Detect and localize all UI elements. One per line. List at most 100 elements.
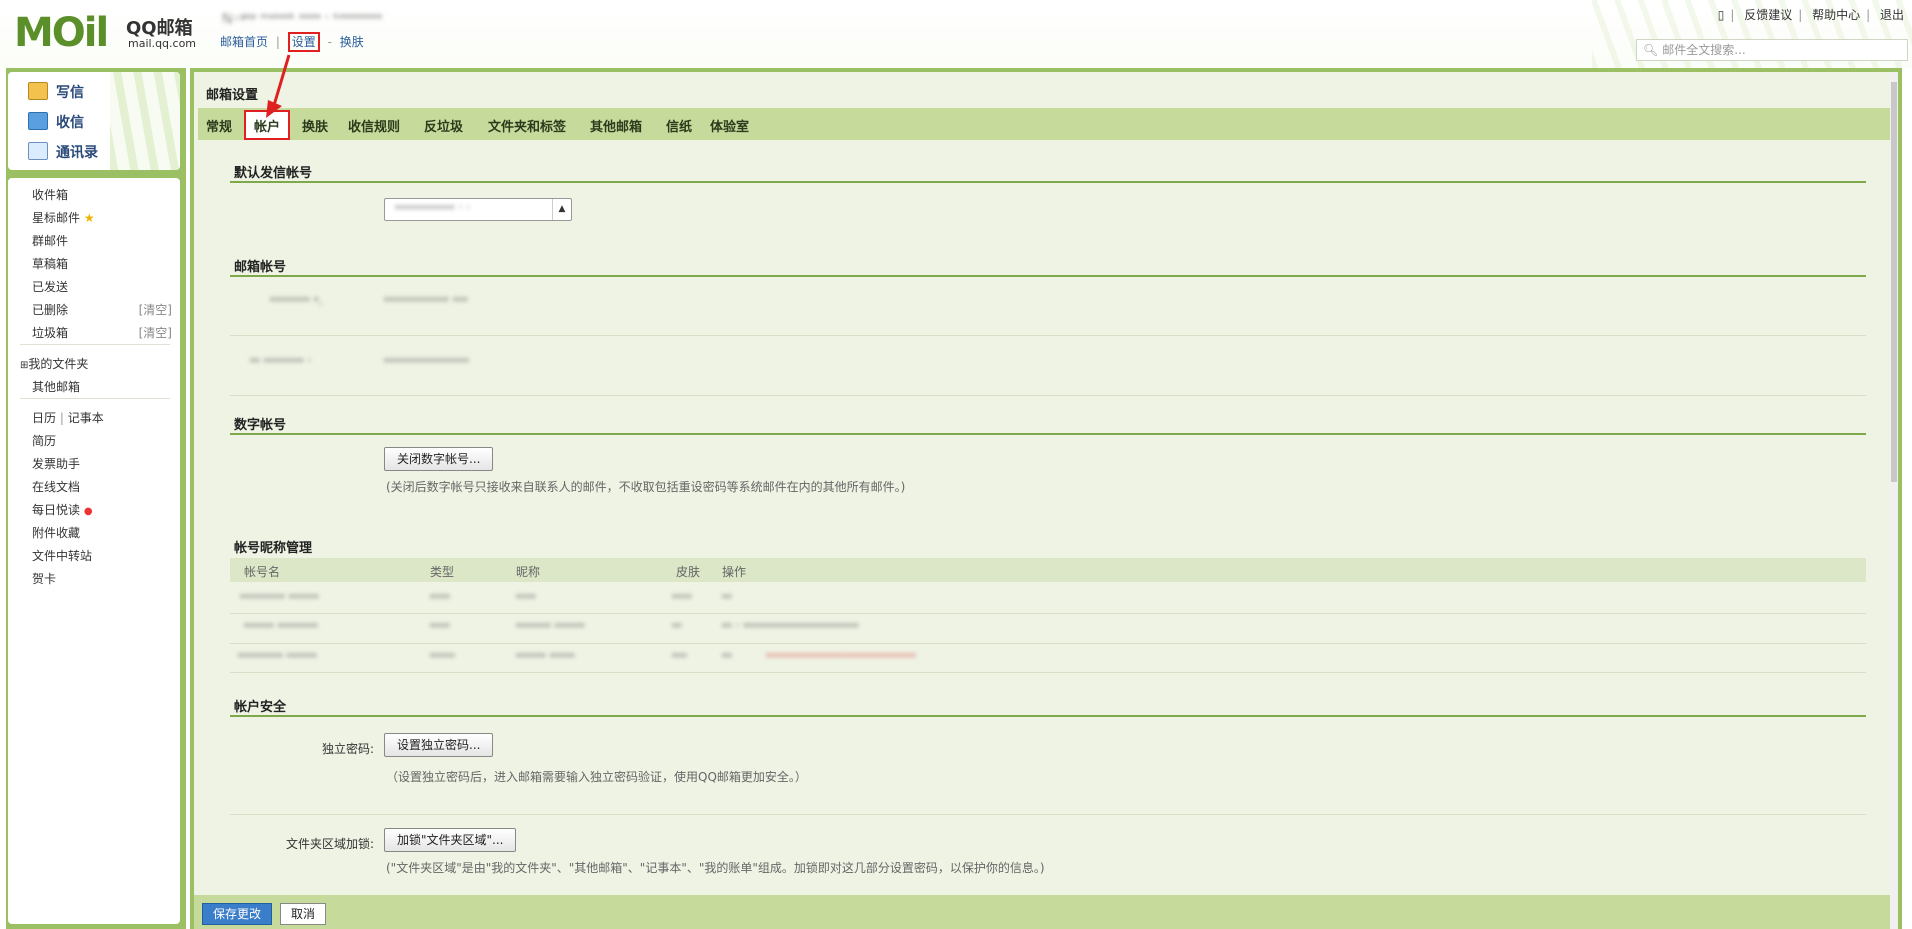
tab-rules[interactable]: 收信规则 (348, 116, 400, 135)
pencil-icon (28, 82, 48, 100)
qq-mail-logo[interactable]: MOil QQ邮箱 mail.qq.com (14, 10, 204, 56)
row-action-extra[interactable]: ᵉᵉᵉᵉᵉᵉᵉᵉᵉᵉᵉᵉᵉᵉᵉᵉᵉᵉᵉᵉᵉᵉᵉᵉᵉᵉᵉᵉᵉᵉ (766, 650, 916, 664)
row-action[interactable]: ᵉᵉ (722, 650, 732, 664)
default-sender-select[interactable]: ᵉᵉᵉᵉᵉᵉᵉᵉᵉᵉᵉᵉ ˑ ˑ ▲ (384, 198, 572, 221)
save-button[interactable]: 保存更改 (202, 903, 273, 925)
divider (20, 398, 170, 399)
row-divider (230, 395, 1866, 396)
row-account: ᵉᵉᵉᵉᵉᵉᵉᵉᵉ ᵉᵉᵉᵉᵉᵉ (240, 591, 319, 605)
row-action[interactable]: ᵉᵉ (722, 591, 732, 605)
tab-lab[interactable]: 体验室 (710, 116, 749, 135)
mail-home-link[interactable]: 邮箱首页 (220, 35, 268, 49)
cancel-button[interactable]: 取消 (280, 903, 327, 925)
row-action[interactable]: ᵉᵉ ˑ ᵉᵉᵉᵉᵉᵉᵉᵉᵉᵉᵉᵉᵉᵉᵉᵉᵉᵉᵉᵉᵉᵉᵉ (722, 620, 859, 634)
logo-mark: MOil (14, 10, 109, 56)
tab-skin[interactable]: 换肤 (302, 116, 328, 135)
row-divider (230, 613, 1866, 614)
folder-list: 收件箱 星标邮件 ★ 群邮件 草稿箱 已发送 已删除 [清空] 垃圾箱 [清空]… (8, 178, 180, 924)
folder-starred-label: 星标邮件 (32, 211, 81, 225)
my-folders[interactable]: ⊞我的文件夹 (20, 355, 88, 372)
scrollbar[interactable] (1890, 72, 1898, 929)
folder-starred[interactable]: 星标邮件 ★ (32, 209, 95, 226)
calendar-link[interactable]: 日历 (32, 411, 56, 425)
contacts-button[interactable]: 通讯录 (28, 142, 98, 162)
username: ℕ◦ᵍᵉᵖ ᵐˢᵉᵉᵉᵏ ᵉᵉᵉᵉ ˑ ᵏᵉᵉᵉᵉᵉᵉᵉᵉ (222, 12, 383, 27)
clear-deleted-link[interactable]: [清空] (139, 301, 172, 318)
tool-attachments[interactable]: 附件收藏 (32, 524, 80, 541)
top-bar: MOil QQ邮箱 mail.qq.com ℕ◦ᵍᵉᵖ ᵐˢᵉᵉᵉᵏ ᵉᵉᵉᵉ … (0, 0, 1912, 68)
row-type: ᵉᵉᵉᵉ (430, 591, 451, 605)
logout-link[interactable]: 退出 (1880, 8, 1904, 22)
independent-password-hint: （设置独立密码后，进入邮箱需要输入独立密码验证，使用QQ邮箱更加安全。） (386, 770, 807, 784)
row-divider (230, 335, 1866, 336)
tool-docs[interactable]: 在线文档 (32, 478, 80, 495)
logo-domain: mail.qq.com (128, 37, 197, 50)
section-divider (230, 181, 1866, 183)
folder-sent[interactable]: 已发送 (32, 278, 68, 295)
folder-group[interactable]: 群邮件 (32, 232, 68, 249)
tool-file-transfer[interactable]: 文件中转站 (32, 547, 92, 564)
folder-deleted[interactable]: 已删除 (32, 301, 68, 318)
tool-cards[interactable]: 贺卡 (32, 570, 56, 587)
tab-other-mailbox[interactable]: 其他邮箱 (590, 116, 642, 135)
section-divider (230, 275, 1866, 277)
account-name: ᵉᵉᵉᵉᵉᵉᵉᵉ ᵉ. (270, 294, 323, 308)
section-digital-account: 数字帐号 (234, 418, 287, 433)
row-type: ᵉᵉᵉᵉᵉ (430, 650, 456, 664)
row-account: ᵉᵉᵉᵉᵉᵉᵉᵉᵉ ᵉᵉᵉᵉᵉᵉ (238, 650, 317, 664)
contacts-label: 通讯录 (56, 145, 98, 161)
folder-inbox[interactable]: 收件箱 (32, 186, 68, 203)
compose-button[interactable]: 写信 (28, 82, 84, 102)
section-default-sender: 默认发信帐号 (234, 166, 313, 181)
folder-lock-label: 文件夹区域加锁: (285, 837, 374, 851)
tab-stationery[interactable]: 信纸 (666, 116, 692, 135)
bamboo-decoration (110, 72, 180, 170)
row-nickname: ᵉᵉᵉᵉᵉᵉ ᵉᵉᵉᵉᵉ (516, 650, 575, 664)
settings-panel: 邮箱设置 常规 帐户 换肤 收信规则 反垃圾 文件夹和标签 其他邮箱 信纸 体验… (194, 72, 1898, 929)
settings-link[interactable]: 设置 (287, 32, 320, 52)
other-mailbox[interactable]: 其他邮箱 (32, 378, 80, 395)
folder-lock-hint: ("文件夹区域"是由"我的文件夹"、"其他邮箱"、"记事本"、"我的账单"组成。… (386, 861, 1045, 875)
search-input[interactable]: 🔍︎ 邮件全文搜索... (1636, 39, 1908, 61)
compose-label: 写信 (56, 85, 84, 101)
download-icon (28, 112, 48, 130)
scrollbar-thumb[interactable] (1891, 82, 1897, 482)
help-link[interactable]: 帮助中心 (1812, 8, 1860, 22)
contact-card-icon (28, 142, 48, 160)
notes-link[interactable]: 记事本 (68, 411, 104, 425)
tool-invoice[interactable]: 发票助手 (32, 455, 80, 472)
row-nickname: ᵉᵉᵉᵉᵉᵉᵉ ᵉᵉᵉᵉᵉᵉ (516, 620, 585, 634)
section-security: 帐户安全 (234, 700, 287, 715)
search-placeholder: 邮件全文搜索... (1662, 43, 1746, 57)
action-bar: 保存更改 取消 (194, 895, 1898, 929)
star-icon: ★ (83, 211, 95, 225)
folder-drafts[interactable]: 草稿箱 (32, 255, 68, 272)
my-folders-label: 我的文件夹 (28, 357, 89, 371)
unread-dot-icon: ● (83, 506, 93, 517)
row-nickname: ᵉᵉᵉᵉ (516, 591, 537, 605)
set-independent-password-button[interactable]: 设置独立密码... (384, 733, 494, 757)
row-divider (230, 672, 1866, 673)
daily-read-label: 每日悦读 (32, 503, 81, 517)
col-nickname: 昵称 (516, 565, 541, 579)
lock-folder-area-button[interactable]: 加锁"文件夹区域"... (384, 828, 517, 852)
col-action: 操作 (722, 565, 747, 579)
account-email: ᵉᵉᵉᵉᵉᵉᵉᵉᵉᵉᵉᵉᵉ ᵉᵉᵉ (384, 294, 468, 308)
col-type: 类型 (430, 565, 455, 579)
tab-account[interactable]: 帐户 (244, 110, 291, 140)
clear-spam-link[interactable]: [清空] (139, 324, 172, 341)
row-skin: ᵉᵉᵉᵉ (672, 591, 693, 605)
phone-icon[interactable]: ▯ (1718, 8, 1725, 22)
col-skin: 皮肤 (676, 565, 701, 579)
tool-resume[interactable]: 简历 (32, 432, 56, 449)
skin-link[interactable]: 换肤 (340, 35, 364, 49)
folder-spam[interactable]: 垃圾箱 (32, 324, 68, 341)
feedback-link[interactable]: 反馈建议 (1744, 8, 1792, 22)
close-digital-account-button[interactable]: 关闭数字帐号... (384, 447, 494, 471)
tab-general[interactable]: 常规 (206, 116, 232, 135)
tool-daily-read[interactable]: 每日悦读 ● (32, 501, 93, 518)
quick-actions: 写信 收信 通讯录 (8, 72, 180, 170)
tab-antispam[interactable]: 反垃圾 (424, 116, 463, 135)
tab-folders[interactable]: 文件夹和标签 (488, 116, 566, 135)
inbox-button[interactable]: 收信 (28, 112, 84, 132)
